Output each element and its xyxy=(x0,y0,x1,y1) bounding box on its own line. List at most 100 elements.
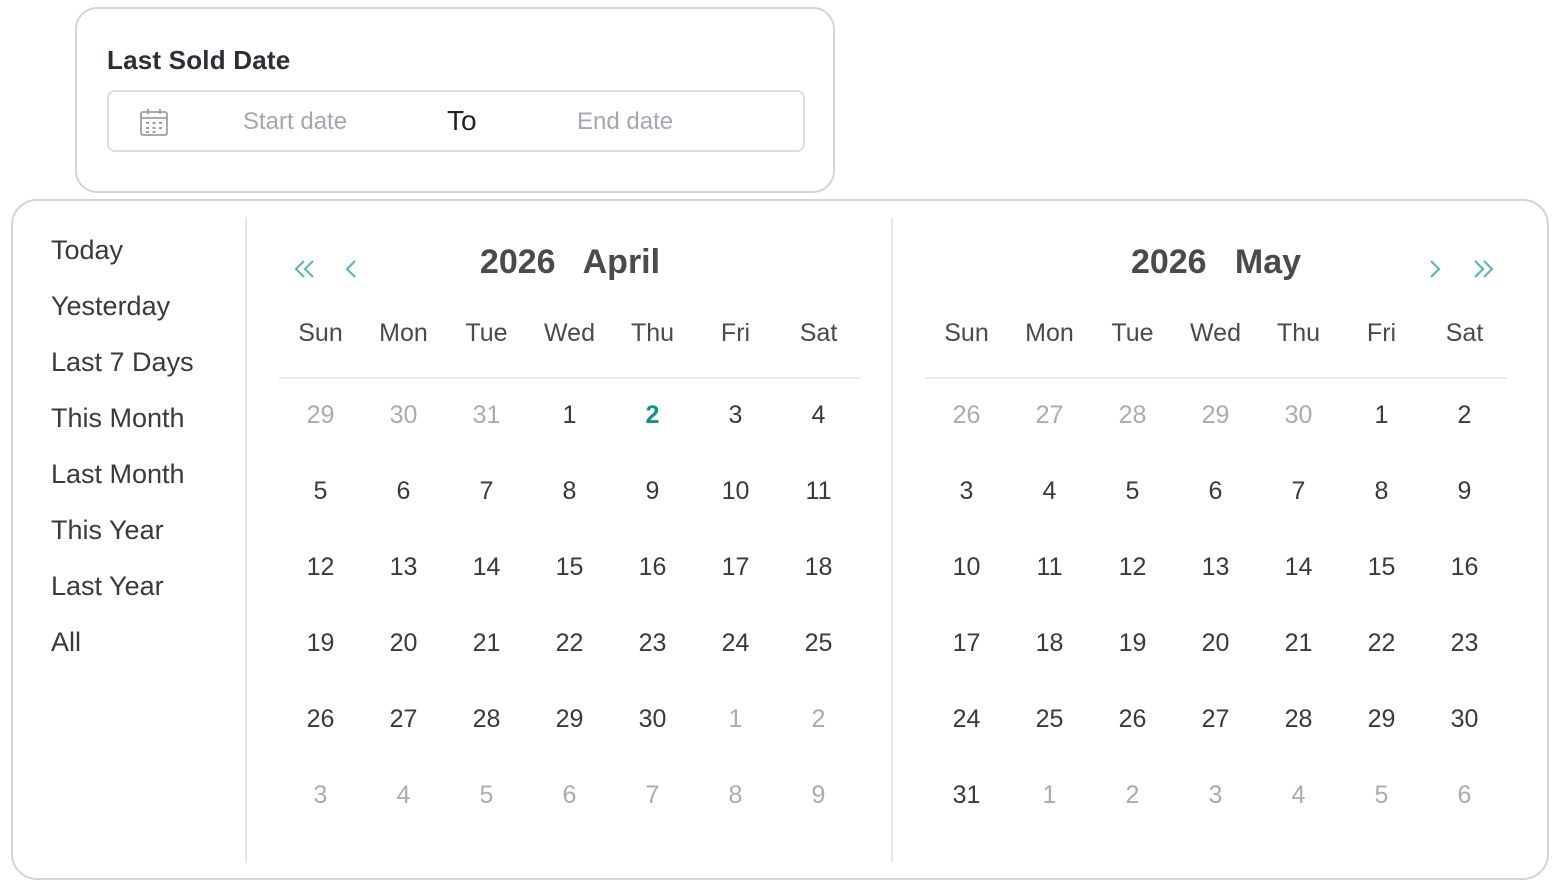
day-cell[interactable]: 30 xyxy=(1423,701,1506,777)
day-cell[interactable]: 24 xyxy=(694,625,777,701)
day-cell-outside[interactable]: 4 xyxy=(362,777,445,853)
day-cell[interactable]: 28 xyxy=(445,701,528,777)
day-cell[interactable]: 19 xyxy=(1091,625,1174,701)
day-cell[interactable]: 10 xyxy=(925,549,1008,625)
end-date-input[interactable] xyxy=(577,100,777,144)
next-year-icon[interactable] xyxy=(1467,251,1499,287)
day-cell[interactable]: 20 xyxy=(362,625,445,701)
day-cell[interactable]: 26 xyxy=(279,701,362,777)
day-cell[interactable]: 3 xyxy=(694,397,777,473)
day-cell[interactable]: 6 xyxy=(1174,473,1257,549)
day-cell[interactable]: 2 xyxy=(1423,397,1506,473)
day-cell-outside[interactable]: 28 xyxy=(1091,397,1174,473)
day-cell-outside[interactable]: 27 xyxy=(1008,397,1091,473)
day-cell[interactable]: 22 xyxy=(1340,625,1423,701)
day-cell[interactable]: 15 xyxy=(1340,549,1423,625)
day-cell-outside[interactable]: 6 xyxy=(1423,777,1506,853)
day-cell[interactable]: 1 xyxy=(1340,397,1423,473)
day-cell-outside[interactable]: 29 xyxy=(1174,397,1257,473)
day-cell[interactable]: 24 xyxy=(925,701,1008,777)
day-cell[interactable]: 13 xyxy=(362,549,445,625)
day-cell[interactable]: 17 xyxy=(925,625,1008,701)
day-cell[interactable]: 3 xyxy=(925,473,1008,549)
day-cell-today[interactable]: 2 xyxy=(611,397,694,473)
day-cell[interactable]: 9 xyxy=(1423,473,1506,549)
day-cell[interactable]: 6 xyxy=(362,473,445,549)
week-row: 5 6 7 8 9 10 11 xyxy=(279,473,861,549)
day-cell-outside[interactable]: 30 xyxy=(362,397,445,473)
day-cell-outside[interactable]: 2 xyxy=(1091,777,1174,853)
day-cell[interactable]: 7 xyxy=(445,473,528,549)
day-cell[interactable]: 18 xyxy=(1008,625,1091,701)
day-cell[interactable]: 17 xyxy=(694,549,777,625)
day-cell-outside[interactable]: 1 xyxy=(1008,777,1091,853)
day-cell[interactable]: 29 xyxy=(528,701,611,777)
day-cell[interactable]: 12 xyxy=(1091,549,1174,625)
preset-this-year[interactable]: This Year xyxy=(51,511,251,567)
day-cell[interactable]: 28 xyxy=(1257,701,1340,777)
day-cell[interactable]: 1 xyxy=(528,397,611,473)
weekday-divider xyxy=(279,377,861,379)
day-cell[interactable]: 20 xyxy=(1174,625,1257,701)
day-cell[interactable]: 25 xyxy=(1008,701,1091,777)
day-cell-outside[interactable]: 9 xyxy=(777,777,860,853)
day-cell[interactable]: 27 xyxy=(362,701,445,777)
day-cell-outside[interactable]: 4 xyxy=(1257,777,1340,853)
day-cell-outside[interactable]: 6 xyxy=(528,777,611,853)
day-cell[interactable]: 4 xyxy=(1008,473,1091,549)
day-cell[interactable]: 9 xyxy=(611,473,694,549)
day-cell[interactable]: 23 xyxy=(1423,625,1506,701)
next-month-icon[interactable] xyxy=(1419,251,1451,287)
day-cell-outside[interactable]: 8 xyxy=(694,777,777,853)
day-cell[interactable]: 13 xyxy=(1174,549,1257,625)
day-cell[interactable]: 8 xyxy=(1340,473,1423,549)
day-cell[interactable]: 21 xyxy=(445,625,528,701)
day-cell-outside[interactable]: 26 xyxy=(925,397,1008,473)
day-cell[interactable]: 29 xyxy=(1340,701,1423,777)
day-cell-outside[interactable]: 31 xyxy=(445,397,528,473)
day-cell[interactable]: 7 xyxy=(1257,473,1340,549)
preset-last-7-days[interactable]: Last 7 Days xyxy=(51,343,251,399)
day-cell[interactable]: 27 xyxy=(1174,701,1257,777)
day-cell[interactable]: 23 xyxy=(611,625,694,701)
day-cell[interactable]: 14 xyxy=(1257,549,1340,625)
date-range-input[interactable]: To xyxy=(107,90,805,152)
day-cell-outside[interactable]: 5 xyxy=(1340,777,1423,853)
day-cell-outside[interactable]: 1 xyxy=(694,701,777,777)
day-cell[interactable]: 11 xyxy=(777,473,860,549)
day-cell-outside[interactable]: 7 xyxy=(611,777,694,853)
month-title[interactable]: 2026 April xyxy=(279,243,861,282)
preset-last-month[interactable]: Last Month xyxy=(51,455,251,511)
day-cell[interactable]: 16 xyxy=(1423,549,1506,625)
preset-yesterday[interactable]: Yesterday xyxy=(51,287,251,343)
day-cell[interactable]: 12 xyxy=(279,549,362,625)
day-cell[interactable]: 22 xyxy=(528,625,611,701)
day-cell[interactable]: 18 xyxy=(777,549,860,625)
start-date-input[interactable] xyxy=(243,100,423,144)
day-cell[interactable]: 4 xyxy=(777,397,860,473)
preset-all[interactable]: All xyxy=(51,623,251,679)
day-cell-outside[interactable]: 5 xyxy=(445,777,528,853)
day-cell[interactable]: 26 xyxy=(1091,701,1174,777)
day-cell[interactable]: 25 xyxy=(777,625,860,701)
day-cell[interactable]: 11 xyxy=(1008,549,1091,625)
day-cell[interactable]: 31 xyxy=(925,777,1008,853)
day-cell-outside[interactable]: 3 xyxy=(279,777,362,853)
day-cell[interactable]: 21 xyxy=(1257,625,1340,701)
preset-this-month[interactable]: This Month xyxy=(51,399,251,455)
day-cell-outside[interactable]: 29 xyxy=(279,397,362,473)
day-cell-outside[interactable]: 30 xyxy=(1257,397,1340,473)
day-cell-outside[interactable]: 3 xyxy=(1174,777,1257,853)
day-cell-outside[interactable]: 2 xyxy=(777,701,860,777)
day-cell[interactable]: 16 xyxy=(611,549,694,625)
day-cell[interactable]: 5 xyxy=(1091,473,1174,549)
preset-last-year[interactable]: Last Year xyxy=(51,567,251,623)
day-cell[interactable]: 30 xyxy=(611,701,694,777)
day-cell[interactable]: 5 xyxy=(279,473,362,549)
day-cell[interactable]: 8 xyxy=(528,473,611,549)
day-cell[interactable]: 19 xyxy=(279,625,362,701)
preset-today[interactable]: Today xyxy=(51,231,251,287)
day-cell[interactable]: 15 xyxy=(528,549,611,625)
day-cell[interactable]: 10 xyxy=(694,473,777,549)
day-cell[interactable]: 14 xyxy=(445,549,528,625)
